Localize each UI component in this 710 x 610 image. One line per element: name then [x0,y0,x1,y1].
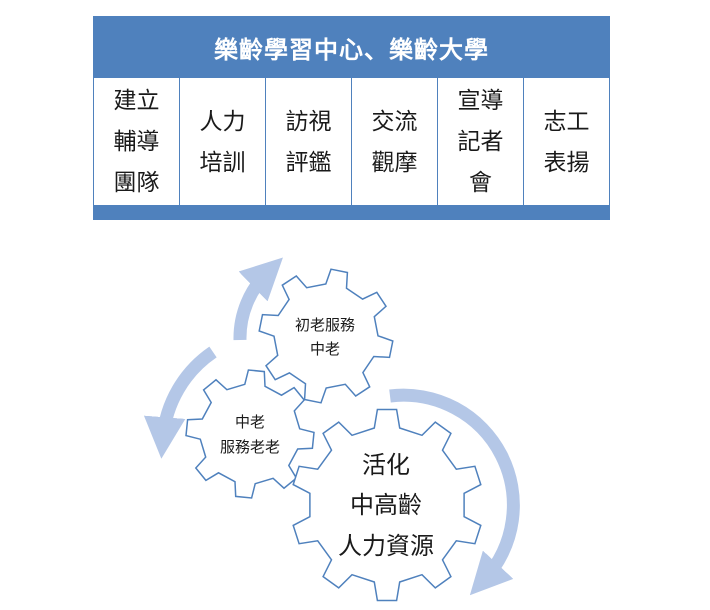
gear-top-label-line: 初老服務 [295,316,355,334]
gear-icon [258,268,394,404]
gear-big-label-line: 人力資源 [338,532,434,560]
gear-diagram: 初老服務 中老 中老 服務老老 活化 中高齡 人力資源 [143,257,520,602]
gear-left-label-line: 中老 [235,413,265,431]
gear-top-label-line: 中老 [310,340,340,358]
gear-big-label-line: 活化 [362,451,410,479]
gear-left-label-line: 服務老老 [220,438,280,456]
gear-big-label-line: 中高齡 [350,491,422,519]
